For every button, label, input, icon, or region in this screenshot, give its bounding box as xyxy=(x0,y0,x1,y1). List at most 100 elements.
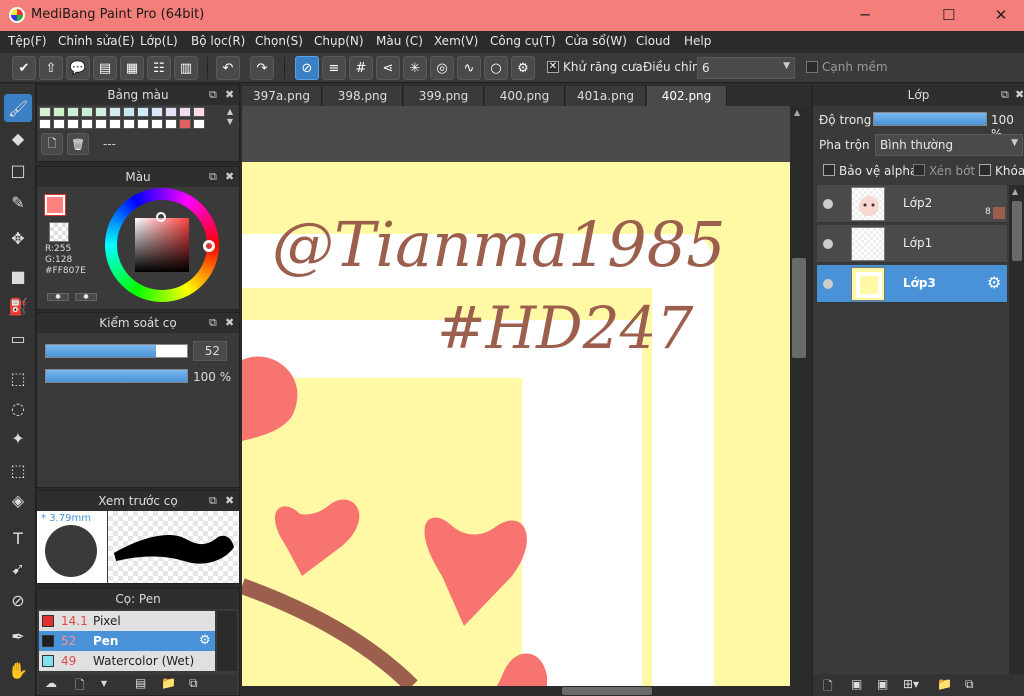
snap-off-icon[interactable]: ⊘ xyxy=(295,56,319,80)
visibility-eye-icon[interactable] xyxy=(823,239,833,249)
brush-size-slider[interactable] xyxy=(45,344,188,358)
canvas-horizontal-scrollbar[interactable] xyxy=(242,686,810,696)
menu-cloud[interactable]: Cloud xyxy=(636,34,670,48)
minimize-button[interactable]: ─ xyxy=(842,0,888,31)
eyedropper-tool-icon[interactable]: ✒ xyxy=(4,622,32,650)
new-brush-icon[interactable]: 🗋 xyxy=(75,676,85,696)
color-wheel[interactable] xyxy=(105,188,219,302)
brush-item-watercolor[interactable]: 49 Watercolor (Wet) xyxy=(39,651,215,671)
new-8bit-layer-icon[interactable]: ▣ xyxy=(851,677,862,691)
palette-swatch[interactable] xyxy=(193,107,205,117)
snap-settings-gear-icon[interactable]: ⚙ xyxy=(511,56,535,80)
palette-swatch[interactable] xyxy=(109,107,121,117)
add-brush-cloud-icon[interactable]: ☁ xyxy=(45,676,57,690)
palette-swatch[interactable] xyxy=(95,119,107,129)
palette-swatch[interactable] xyxy=(39,107,51,117)
canvas-vertical-scrollbar[interactable]: ▲ xyxy=(790,106,810,686)
close-button[interactable]: ✕ xyxy=(978,0,1024,31)
palette-swatch[interactable] xyxy=(39,119,51,129)
snap-grid-icon[interactable]: # xyxy=(349,56,373,80)
close-panel-icon[interactable]: ✖ xyxy=(225,313,234,333)
close-panel-icon[interactable]: ✖ xyxy=(225,167,234,187)
palette-swatch[interactable] xyxy=(179,107,191,117)
comment-icon[interactable]: ▤ xyxy=(93,56,117,80)
operation-tool-icon[interactable]: ➹ xyxy=(4,554,32,582)
close-panel-icon[interactable]: ✖ xyxy=(225,491,234,511)
palette-swatch[interactable] xyxy=(53,107,65,117)
snap-perspective-icon[interactable]: ⋖ xyxy=(376,56,400,80)
snap-concentric-icon[interactable]: ◎ xyxy=(430,56,454,80)
eyedropper-mini-icon[interactable]: ● xyxy=(47,293,69,301)
layer-opacity-slider[interactable] xyxy=(873,112,987,126)
palette-swatch[interactable] xyxy=(151,119,163,129)
menu-view[interactable]: Xem(V) xyxy=(434,34,478,48)
palette-swatch[interactable] xyxy=(95,107,107,117)
brush-opacity-slider[interactable] xyxy=(45,369,188,383)
brush-add-menu-icon[interactable]: ▾ xyxy=(101,676,107,690)
cloud-save-icon[interactable]: ✔ xyxy=(12,56,36,80)
folder-icon[interactable]: 📁 xyxy=(161,676,176,690)
menu-snap[interactable]: Chụp(N) xyxy=(314,34,364,48)
protect-alpha-checkbox[interactable] xyxy=(823,164,835,176)
menu-tools[interactable]: Công cụ(T) xyxy=(490,34,556,48)
duplicate-layer-icon[interactable]: ⧉ xyxy=(965,677,974,692)
tab-399[interactable]: 399.png xyxy=(404,86,484,106)
palette-swatch[interactable] xyxy=(123,107,135,117)
layer-row-lop3[interactable]: Lớp3 ⚙ xyxy=(817,265,1007,303)
antialias-checkbox[interactable]: ✕ xyxy=(547,61,559,73)
lasso-tool-icon[interactable]: ◌ xyxy=(4,394,32,422)
palette-swatch[interactable] xyxy=(179,119,191,129)
add-layer-menu-icon[interactable]: ⊞▾ xyxy=(903,677,919,691)
layer-row-lop2[interactable]: Lớp2 8 xyxy=(817,185,1007,223)
select-tool-icon[interactable]: ⬚ xyxy=(4,364,32,392)
primary-color-swatch[interactable] xyxy=(44,194,66,216)
select-pen-tool-icon[interactable]: ⬚ xyxy=(4,456,32,484)
trash-icon[interactable]: 🗑 xyxy=(67,133,89,155)
menu-help[interactable]: Help xyxy=(684,34,711,48)
scroll-up-icon[interactable]: ▲ xyxy=(794,108,800,117)
upload-icon[interactable]: ⇧ xyxy=(39,56,63,80)
palette-swatch[interactable] xyxy=(137,119,149,129)
menu-select[interactable]: Chọn(S) xyxy=(255,34,303,48)
palette-swatch[interactable] xyxy=(165,107,177,117)
divide-tool-icon[interactable]: ⊘ xyxy=(4,586,32,614)
color-history-icon[interactable]: ● xyxy=(75,293,97,301)
brush-list-scrollbar[interactable] xyxy=(217,611,237,671)
text-tool-icon[interactable]: T xyxy=(4,524,32,552)
menu-edit[interactable]: Chỉnh sửa(E) xyxy=(58,34,135,48)
page-icon[interactable]: ▦ xyxy=(120,56,144,80)
visibility-eye-icon[interactable] xyxy=(823,279,833,289)
visibility-eye-icon[interactable] xyxy=(823,199,833,209)
gradient-tool-icon[interactable]: ▭ xyxy=(4,324,32,352)
fill-rect-tool-icon[interactable]: ■ xyxy=(4,262,32,290)
secondary-color-swatch[interactable] xyxy=(49,222,69,242)
eraser-tool-icon[interactable]: ◆ xyxy=(4,124,32,152)
palette-swatch[interactable] xyxy=(137,107,149,117)
undock-icon[interactable]: ⧉ xyxy=(209,491,217,511)
undock-icon[interactable]: ⧉ xyxy=(1001,84,1009,106)
tab-398[interactable]: 398.png xyxy=(323,86,403,106)
tab-402[interactable]: 402.png xyxy=(647,86,727,106)
blend-mode-select[interactable]: Bình thường ▼ xyxy=(875,134,1023,156)
snap-radial-icon[interactable]: ✳ xyxy=(403,56,427,80)
brush-settings-icon[interactable]: ▤ xyxy=(135,676,146,690)
canvas-artwork[interactable]: @Tianma1985 #HD247 xyxy=(242,106,790,686)
palette-swatch[interactable] xyxy=(81,107,93,117)
palette-swatch[interactable] xyxy=(193,119,205,129)
magic-wand-tool-icon[interactable]: ✦ xyxy=(4,424,32,452)
storyboard-icon[interactable]: ☷ xyxy=(147,56,171,80)
undo-icon[interactable]: ↶ xyxy=(216,56,240,80)
palette-swatch[interactable] xyxy=(109,119,121,129)
palette-scroll-arrows[interactable]: ▲ ▼ xyxy=(223,107,237,129)
palette-swatch[interactable] xyxy=(67,107,79,117)
brush-item-pen[interactable]: 52 Pen ⚙ xyxy=(39,631,215,651)
new-1bit-layer-icon[interactable]: ▣ xyxy=(877,677,888,691)
menu-color[interactable]: Màu (C) xyxy=(376,34,423,48)
menu-layer[interactable]: Lớp(L) xyxy=(140,34,178,48)
tab-400[interactable]: 400.png xyxy=(485,86,565,106)
palette-swatch[interactable] xyxy=(67,119,79,129)
menu-filter[interactable]: Bộ lọc(R) xyxy=(191,34,245,48)
lock-checkbox[interactable] xyxy=(979,164,991,176)
new-palette-icon[interactable]: 🗋 xyxy=(41,133,63,155)
snap-parallel-icon[interactable]: ≡ xyxy=(322,56,346,80)
